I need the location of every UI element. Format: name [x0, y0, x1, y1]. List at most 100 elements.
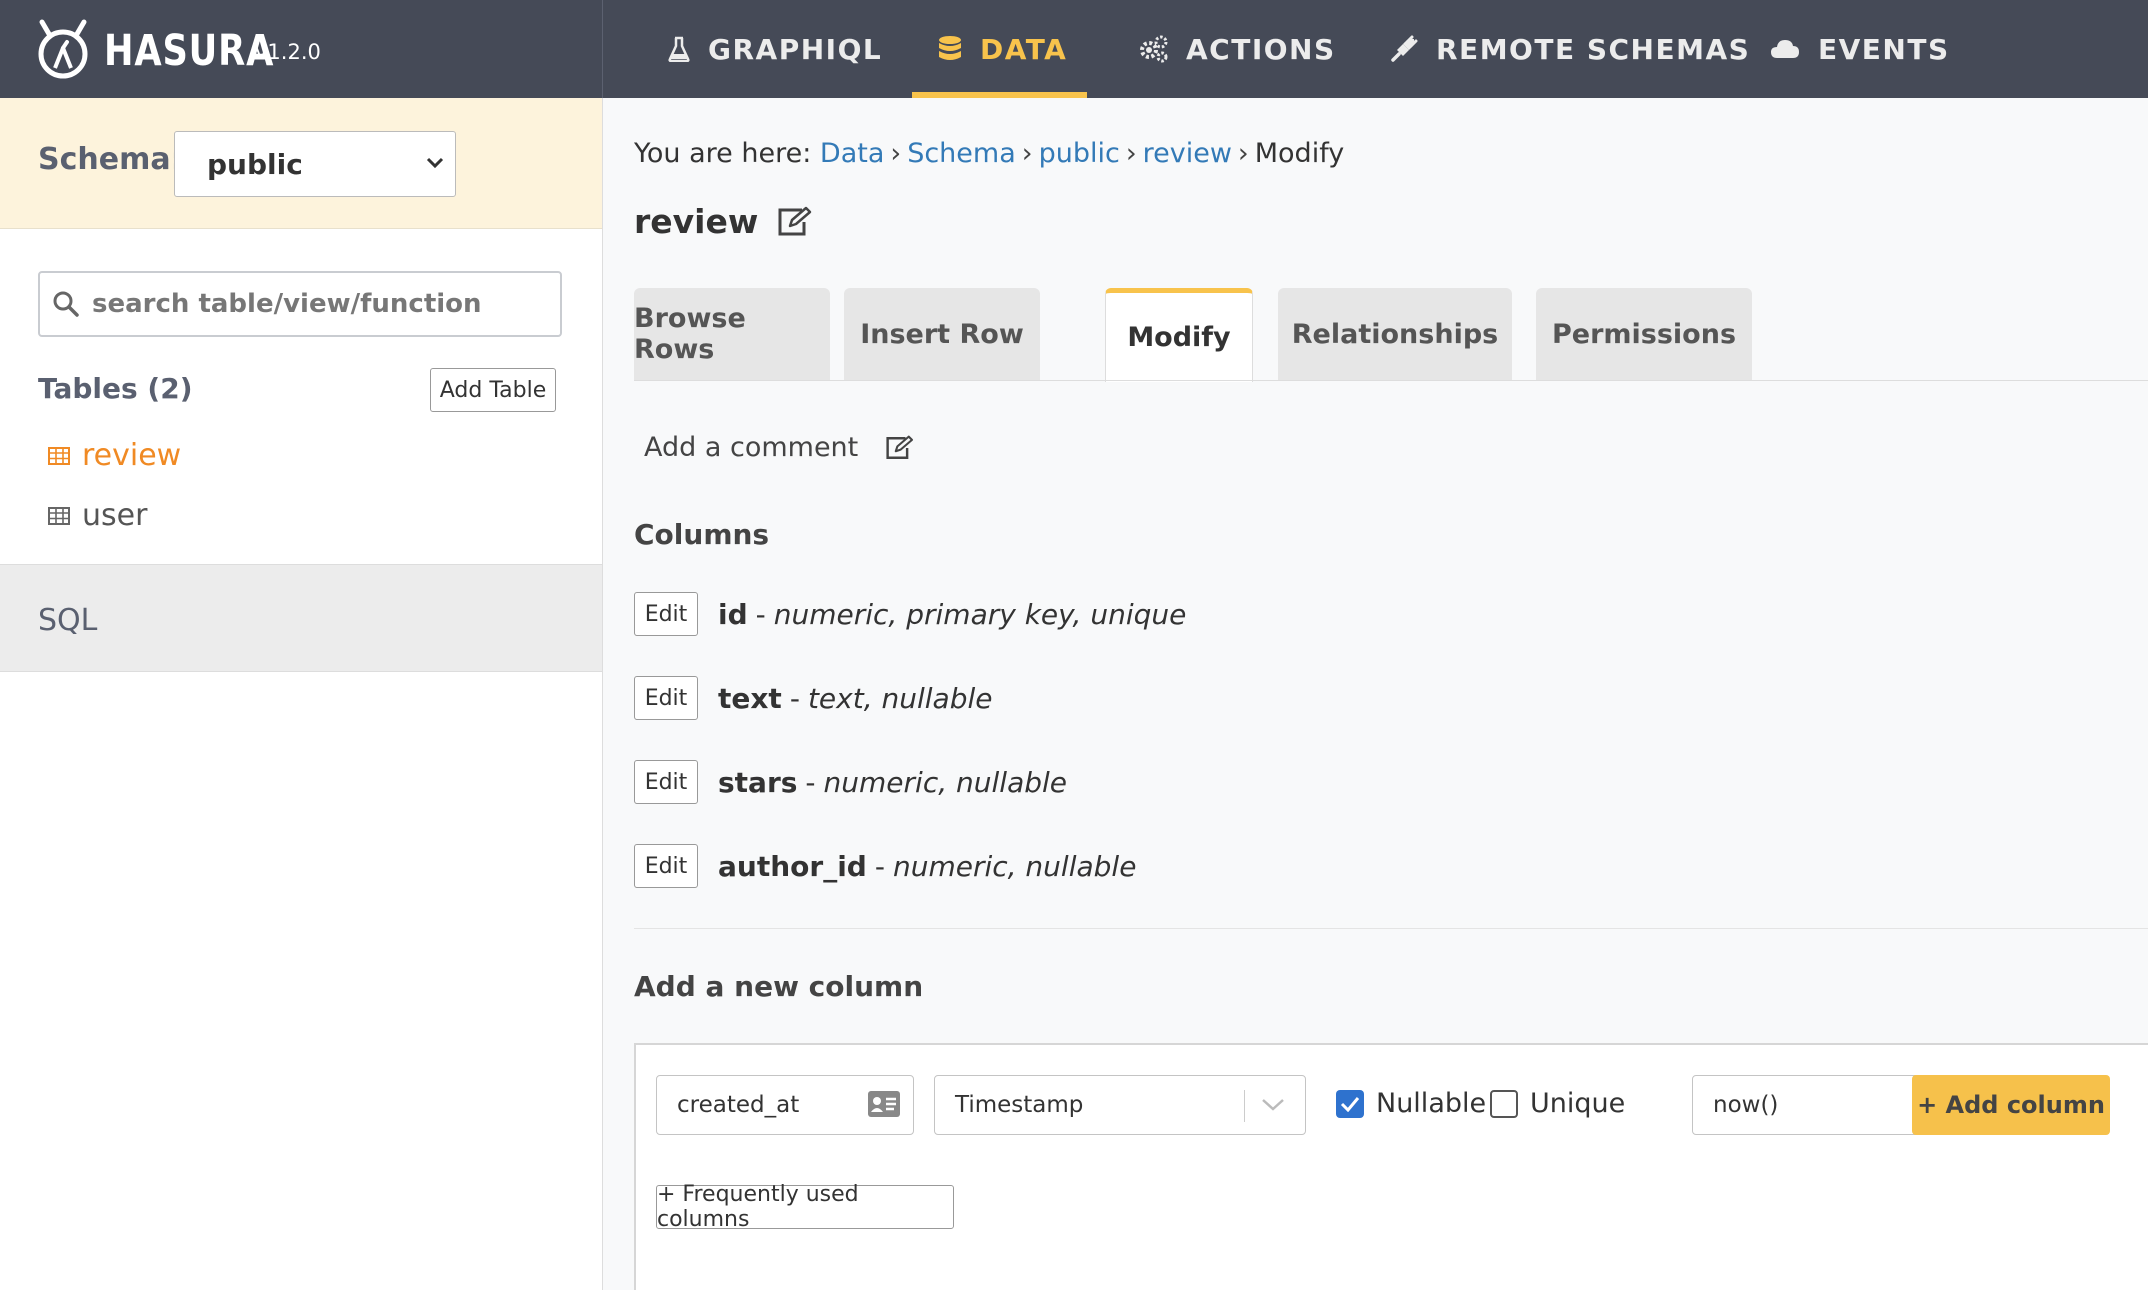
add-table-button[interactable]: Add Table — [430, 368, 556, 412]
table-icon — [48, 446, 70, 465]
nav-graphiql-label: GRAPHIQL — [708, 32, 883, 66]
add-column-button[interactable]: + Add column — [1912, 1075, 2110, 1135]
cloud-icon — [1771, 40, 1799, 58]
sidebar-item-review[interactable]: review — [48, 438, 181, 473]
nav-data-label: DATA — [980, 32, 1068, 66]
tab-browse-rows[interactable]: Browse Rows — [634, 288, 830, 380]
edit-column-button[interactable]: Edit — [634, 676, 698, 720]
search-icon — [53, 291, 79, 317]
tables-heading: Tables (2) — [38, 372, 193, 405]
edit-column-button[interactable]: Edit — [634, 760, 698, 804]
contact-card-icon — [868, 1091, 900, 1117]
sql-label: SQL — [38, 603, 98, 638]
breadcrumb-review[interactable]: review — [1143, 138, 1232, 169]
nav-actions-label: ACTIONS — [1186, 32, 1336, 66]
column-type: numeric, nullable — [823, 765, 1067, 799]
top-navbar: HASURA v1.2.0 GRAPHIQL DATA ACTIONS REMO… — [0, 0, 2148, 98]
database-icon — [939, 36, 961, 60]
cogs-icon — [1140, 35, 1168, 63]
schema-label: Schema: — [38, 142, 183, 177]
breadcrumb-separator: › — [1125, 138, 1137, 169]
tab-insert-row[interactable]: Insert Row — [844, 288, 1040, 380]
add-column-form: created_at Timestamp Nullable Unique now… — [634, 1043, 2148, 1290]
add-comment[interactable]: Add a comment — [644, 432, 914, 463]
column-row: Edit stars - numeric, nullable — [634, 760, 1067, 804]
column-type-select[interactable]: Timestamp — [934, 1075, 1306, 1135]
sidebar-item-user[interactable]: user — [48, 498, 147, 533]
checkbox-checked-icon[interactable] — [1336, 1089, 1364, 1118]
nav-data[interactable]: DATA — [911, 0, 1088, 98]
column-name-value: created_at — [677, 1092, 800, 1118]
add-comment-label: Add a comment — [644, 432, 859, 463]
column-dash: - — [874, 849, 885, 883]
search-placeholder: search table/view/function — [92, 289, 482, 319]
tab-relationships[interactable]: Relationships — [1278, 288, 1512, 380]
schema-select[interactable]: public — [174, 131, 456, 197]
tab-permissions[interactable]: Permissions — [1536, 288, 1752, 380]
schema-select-value: public — [207, 147, 303, 181]
breadcrumb-public[interactable]: public — [1039, 138, 1120, 169]
breadcrumb-separator: › — [890, 138, 902, 169]
search-input[interactable]: search table/view/function — [38, 271, 562, 337]
chevron-down-icon — [1262, 1099, 1284, 1111]
column-type: numeric, primary key, unique — [773, 597, 1187, 631]
page-title-text: review — [634, 202, 759, 241]
breadcrumb-current: Modify — [1254, 138, 1345, 169]
nav-events[interactable]: EVENTS — [1770, 0, 1950, 98]
column-row: Edit text - text, nullable — [634, 676, 992, 720]
unique-label: Unique — [1530, 1088, 1626, 1119]
unique-checkbox[interactable]: Unique — [1490, 1088, 1625, 1119]
edit-column-button[interactable]: Edit — [634, 844, 698, 888]
column-type: numeric, nullable — [892, 849, 1137, 883]
tabs-divider — [634, 380, 2148, 381]
app-name: HASURA — [104, 26, 275, 76]
column-name: stars — [718, 765, 798, 799]
add-column-heading: Add a new column — [634, 970, 924, 1003]
default-value: now() — [1713, 1092, 1779, 1118]
edit-icon[interactable] — [776, 206, 812, 238]
sidebar-item-label: user — [82, 498, 148, 533]
column-row: Edit id - numeric, primary key, unique — [634, 592, 1186, 636]
breadcrumb: You are here: Data › Schema › public › review ›… — [634, 138, 1344, 169]
column-type-value: Timestamp — [955, 1092, 1084, 1118]
nav-events-label: EVENTS — [1818, 32, 1950, 66]
page-title: review — [634, 202, 812, 241]
plug-icon — [1391, 35, 1418, 62]
column-name: text — [718, 681, 782, 715]
column-dash: - — [805, 765, 816, 799]
sidebar-item-label: review — [82, 438, 182, 473]
column-type: text, nullable — [807, 681, 993, 715]
nullable-label: Nullable — [1376, 1088, 1487, 1119]
column-name-input[interactable]: created_at — [656, 1075, 914, 1135]
table-icon — [48, 506, 70, 525]
checkbox-unchecked-icon[interactable] — [1490, 1089, 1518, 1118]
frequently-used-columns-button[interactable]: + Frequently used columns — [656, 1182, 954, 1232]
column-dash: - — [789, 681, 800, 715]
breadcrumb-prefix: You are here: — [634, 138, 812, 169]
breadcrumb-separator: › — [1237, 138, 1249, 169]
edit-icon[interactable] — [884, 435, 914, 461]
nullable-checkbox[interactable]: Nullable — [1336, 1088, 1486, 1119]
breadcrumb-data[interactable]: Data — [820, 138, 884, 169]
column-name: id — [718, 597, 748, 631]
nav-graphiql[interactable]: GRAPHIQL — [668, 0, 882, 98]
column-row: Edit author_id - numeric, nullable — [634, 844, 1136, 888]
schema-bar: Schema: public — [0, 98, 602, 229]
nav-remote-schemas-label: REMOTE SCHEMAS — [1436, 32, 1751, 66]
main-content: You are here: Data › Schema › public › review ›… — [604, 98, 2148, 1290]
section-divider — [634, 928, 2148, 929]
sidebar-item-sql[interactable]: SQL — [0, 564, 602, 672]
brand[interactable]: HASURA v1.2.0 — [0, 0, 603, 98]
hasura-logo-icon — [38, 19, 88, 79]
app-version: v1.2.0 — [255, 40, 321, 64]
tab-modify[interactable]: Modify — [1105, 288, 1253, 382]
chevron-down-icon — [426, 157, 444, 169]
sidebar: Schema: public search table/view/functio… — [0, 98, 603, 1290]
column-name: author_id — [718, 849, 867, 883]
nav-actions[interactable]: ACTIONS — [1138, 0, 1336, 98]
columns-heading: Columns — [634, 518, 770, 551]
breadcrumb-schema[interactable]: Schema — [907, 138, 1016, 169]
column-dash: - — [755, 597, 766, 631]
edit-column-button[interactable]: Edit — [634, 592, 698, 636]
nav-remote-schemas[interactable]: REMOTE SCHEMAS — [1390, 0, 1750, 98]
